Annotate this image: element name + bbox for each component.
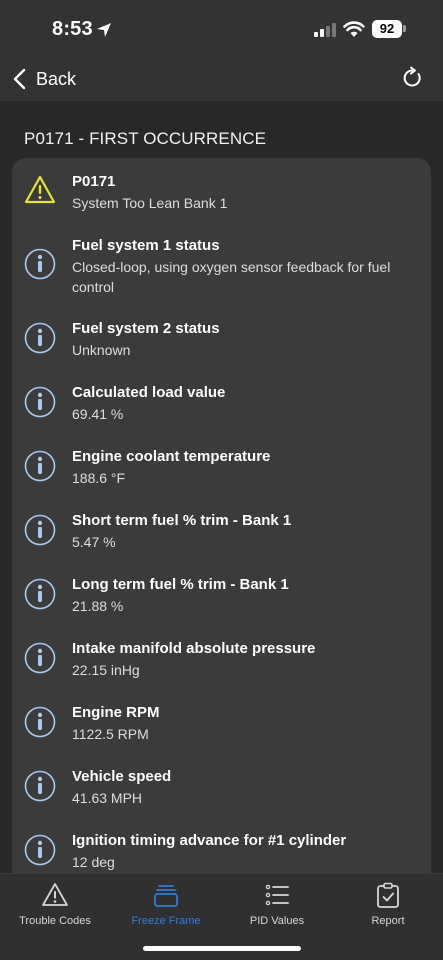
row-title: Fuel system 2 status <box>72 320 220 337</box>
section-title: P0171 - FIRST OCCURRENCE <box>24 129 267 148</box>
row-title: Engine RPM <box>72 704 160 721</box>
row-title: P0171 <box>72 173 116 190</box>
row-title: Ignition timing advance for #1 cylinder <box>72 832 347 849</box>
row-title: Long term fuel % trim - Bank 1 <box>72 576 289 593</box>
nav-bar: Back <box>0 56 443 101</box>
info-icon <box>24 322 56 354</box>
row-value: 22.15 inHg <box>72 662 140 678</box>
info-icon <box>24 578 56 610</box>
battery-indicator: 92 <box>372 20 402 38</box>
row-title: Fuel system 1 status <box>72 237 220 254</box>
row-title: Vehicle speed <box>72 768 172 785</box>
status-time: 8:53 <box>52 18 93 40</box>
info-icon <box>24 706 56 738</box>
warning-triangle-icon <box>42 883 68 906</box>
row-value: System Too Lean Bank 1 <box>72 195 228 211</box>
warning-icon <box>24 175 56 204</box>
refresh-icon[interactable] <box>400 66 424 90</box>
info-icon <box>24 248 56 280</box>
info-icon <box>24 642 56 674</box>
tab-report[interactable]: Report <box>333 882 443 932</box>
row-title: Short term fuel % trim - Bank 1 <box>72 512 292 529</box>
row-value: 12 deg <box>72 854 115 870</box>
info-icon <box>24 450 56 482</box>
clipboard-check-icon <box>377 882 399 908</box>
row-value: 41.63 MPH <box>72 790 143 806</box>
tab-label: PID Values <box>249 915 305 927</box>
back-button[interactable]: Back <box>10 64 76 94</box>
chevron-left-icon <box>13 68 26 90</box>
freeze-frame-stack-icon <box>154 885 178 907</box>
info-icon <box>24 770 56 802</box>
row-title: Calculated load value <box>72 384 226 401</box>
tab-trouble-codes[interactable]: Trouble Codes <box>0 882 110 932</box>
battery-nub <box>403 25 406 32</box>
row-value: 1122.5 RPM <box>72 726 149 742</box>
info-icon <box>24 514 56 546</box>
row-value: 69.41 % <box>72 406 124 422</box>
info-icon <box>24 834 56 866</box>
info-icon <box>24 386 56 418</box>
cellular-signal-icon <box>314 23 336 37</box>
tab-freeze-frame[interactable]: Freeze Frame <box>111 882 221 932</box>
row-value: 21.88 % <box>72 598 124 614</box>
row-title: Engine coolant temperature <box>72 448 271 465</box>
tab-label: Trouble Codes <box>19 915 91 927</box>
status-bar: 8:53 92 <box>0 0 443 56</box>
row-value: 188.6 °F <box>72 470 126 486</box>
row-value: 5.47 % <box>72 534 116 550</box>
back-label: Back <box>36 68 77 89</box>
tab-label: Report <box>371 915 405 927</box>
list-icon <box>265 884 289 906</box>
home-indicator[interactable] <box>143 946 301 951</box>
row-value: Unknown <box>72 342 131 358</box>
freeze-frame-card: P0171 System Too Lean Bank 1 Fuel system… <box>12 158 431 878</box>
wifi-icon <box>343 21 365 37</box>
row-title: Intake manifold absolute pressure <box>72 640 316 657</box>
tab-pid-values[interactable]: PID Values <box>222 882 332 932</box>
row-value: Closed-loop, using oxygen sensor feedbac… <box>72 259 391 295</box>
location-arrow-icon <box>97 23 111 37</box>
tab-label: Freeze Frame <box>131 915 201 927</box>
